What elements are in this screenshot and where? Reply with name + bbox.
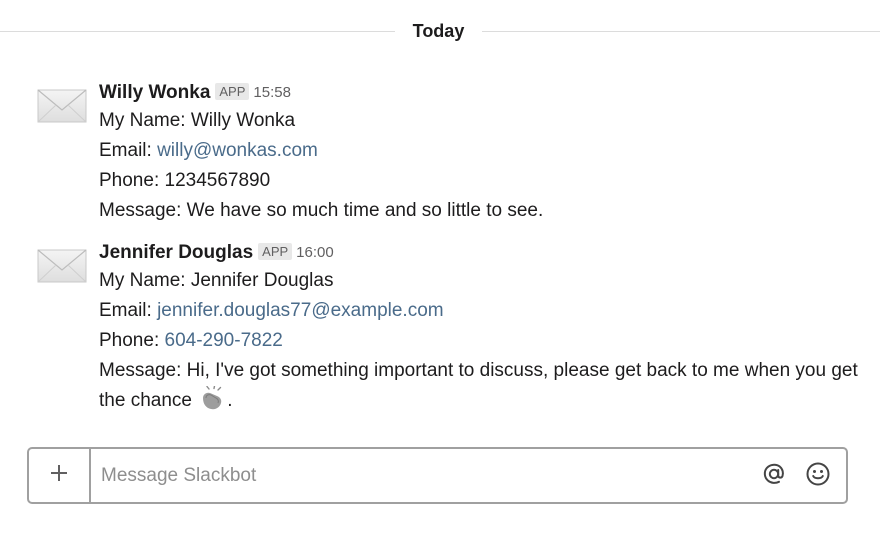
day-divider: Today	[0, 20, 880, 42]
add-attachment-button[interactable]	[29, 449, 91, 502]
chat-window: Today Willy Wonka APP 15:58 My Name: Wil…	[0, 0, 880, 535]
email-line: Email: willy@wonkas.com	[99, 136, 869, 166]
email-link[interactable]: willy@wonkas.com	[157, 140, 318, 161]
message-line: Message: We have so much time and so lit…	[99, 196, 869, 226]
message-timestamp[interactable]: 16:00	[296, 244, 334, 261]
message-composer	[27, 447, 848, 504]
message-timestamp[interactable]: 15:58	[253, 84, 291, 101]
at-sign-icon	[761, 461, 787, 492]
message-label: Message:	[99, 360, 182, 381]
day-divider-label: Today	[412, 21, 465, 41]
phone-line: Phone: 604-290-7822	[99, 326, 869, 356]
name-line: My Name: Jennifer Douglas	[99, 266, 869, 296]
smiley-face-icon	[805, 461, 831, 492]
email-label: Email:	[99, 300, 152, 321]
name-value: Willy Wonka	[190, 110, 296, 131]
message-label: Message:	[99, 200, 182, 221]
app-badge: APP	[215, 82, 250, 100]
name-label: My Name:	[99, 270, 186, 291]
clapping-hands-icon	[197, 385, 227, 412]
message-input[interactable]	[91, 449, 741, 502]
email-label: Email:	[99, 140, 152, 161]
emoji-button[interactable]	[804, 462, 832, 490]
message-suffix: .	[227, 390, 233, 411]
phone-label: Phone:	[99, 330, 160, 351]
message-header: Jennifer Douglas APP 16:00	[99, 240, 869, 266]
divider-rule-left	[0, 31, 395, 32]
message-header: Willy Wonka APP 15:58	[99, 80, 869, 106]
message-line: Message: Hi, I've got something importan…	[99, 356, 869, 416]
email-link[interactable]: jennifer.douglas77@example.com	[157, 300, 444, 321]
name-label: My Name:	[99, 110, 186, 131]
sender-name[interactable]: Willy Wonka	[99, 82, 210, 103]
envelope-icon[interactable]	[37, 88, 87, 124]
phone-label: Phone:	[99, 170, 160, 191]
divider-rule-right	[482, 31, 880, 32]
name-value: Jennifer Douglas	[190, 270, 334, 291]
envelope-icon[interactable]	[37, 248, 87, 284]
phone-line: Phone: 1234567890	[99, 166, 869, 196]
mention-button[interactable]	[760, 462, 788, 490]
sender-name[interactable]: Jennifer Douglas	[99, 242, 253, 263]
plus-icon	[49, 463, 69, 488]
message-value: We have so much time and so little to se…	[186, 200, 544, 221]
phone-link[interactable]: 604-290-7822	[165, 330, 283, 351]
phone-value: 1234567890	[164, 170, 271, 191]
app-badge: APP	[258, 242, 293, 260]
name-line: My Name: Willy Wonka	[99, 106, 869, 136]
message-body: Jennifer Douglas APP 16:00 My Name: Jennif…	[99, 240, 869, 416]
message-body: Willy Wonka APP 15:58 My Name: Willy Wonka…	[99, 80, 869, 226]
email-line: Email: jennifer.douglas77@example.com	[99, 296, 869, 326]
